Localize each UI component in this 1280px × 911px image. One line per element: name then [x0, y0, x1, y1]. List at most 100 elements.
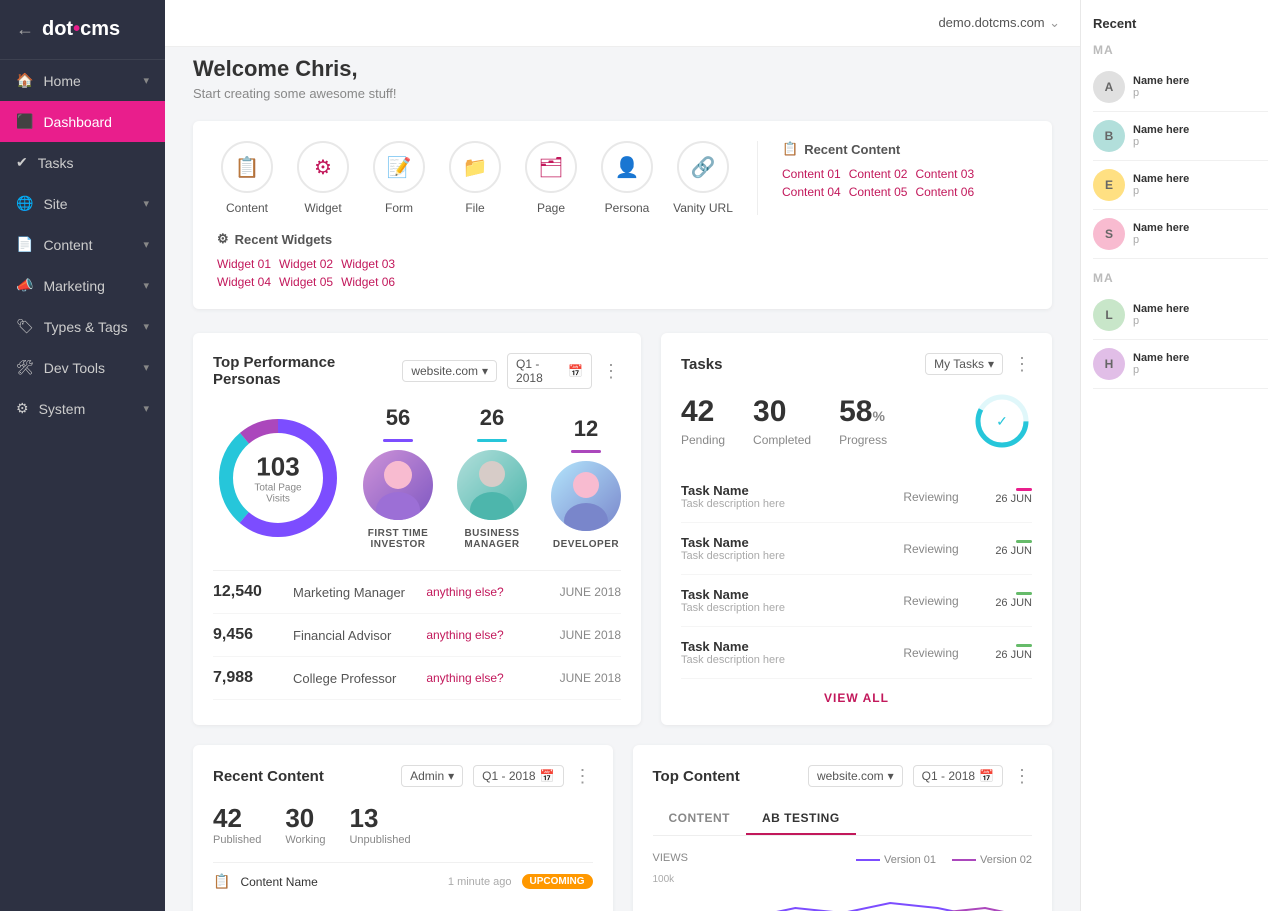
qa-vanity-icon: 🔗	[677, 141, 729, 193]
recent-widget-04[interactable]: Widget 04	[217, 275, 271, 289]
tasks-stats: 42 Pending 30 Completed 58% Progress	[681, 391, 1032, 451]
recent-widget-03[interactable]: Widget 03	[341, 257, 395, 271]
sidebar-item-devtools[interactable]: 🛠 Dev Tools ▾	[0, 347, 165, 388]
recent-content-03[interactable]: Content 03	[915, 167, 974, 181]
top-content-tabs: CONTENT AB TESTING	[653, 803, 1033, 836]
sidebar-item-home[interactable]: 🏠 Home ▾	[0, 60, 165, 101]
avatar: B	[1093, 120, 1125, 152]
qa-content[interactable]: 📋 Content	[217, 141, 277, 215]
chevron-icon: ▾	[143, 320, 149, 333]
qa-file-label: File	[465, 201, 484, 215]
persona-row-action-2[interactable]: anything else?	[426, 671, 559, 685]
top-content-filter-website[interactable]: website.com ▾	[808, 765, 903, 787]
recent-content-links-2: Content 04 Content 05 Content 06	[782, 185, 974, 199]
persona-row-num-1: 9,456	[213, 626, 293, 644]
tasks-filter-my-tasks[interactable]: My Tasks ▾	[925, 353, 1003, 375]
tasks-menu-icon[interactable]: ⋮	[1013, 354, 1032, 375]
persona-row-0: 12,540 Marketing Manager anything else? …	[213, 571, 621, 614]
qa-file[interactable]: 📁 File	[445, 141, 505, 215]
recent-widgets-widget: ⚙ Recent Widgets Widget 01 Widget 02 Wid…	[217, 231, 395, 289]
top-content-menu-icon[interactable]: ⋮	[1013, 766, 1032, 787]
recent-widget-02[interactable]: Widget 02	[279, 257, 333, 271]
personas-menu-icon[interactable]: ⋮	[602, 361, 621, 382]
recent-content-card-header: Recent Content Admin ▾ Q1 - 2018 📅 ⋮	[213, 765, 593, 787]
sidebar-item-system[interactable]: ⚙ System ▾	[0, 388, 165, 429]
persona-business-manager: 26 Business Manager	[457, 405, 527, 550]
right-sidebar-item-text: Name here p	[1133, 173, 1189, 197]
qa-form-label: Form	[385, 201, 413, 215]
recent-content-filter-period[interactable]: Q1 - 2018 📅	[473, 765, 563, 787]
sidebar-item-types-tags[interactable]: 🏷 Types & Tags ▾	[0, 306, 165, 347]
published-stat: 42 Published	[213, 803, 261, 846]
right-sidebar-item-text: Name here p	[1133, 222, 1189, 246]
recent-content-02[interactable]: Content 02	[849, 167, 908, 181]
recent-widget-05[interactable]: Widget 05	[279, 275, 333, 289]
recent-content-05[interactable]: Content 05	[849, 185, 908, 199]
view-all-button[interactable]: VIEW ALL	[681, 691, 1032, 705]
chevron-icon: ▾	[143, 361, 149, 374]
sidebar-item-tasks[interactable]: ✔ Tasks	[0, 142, 165, 183]
avatar: L	[1093, 299, 1125, 331]
sidebar-item-dashboard[interactable]: ⬛ Dashboard	[0, 101, 165, 142]
list-item[interactable]: H Name here p	[1093, 340, 1268, 389]
working-num: 30	[285, 803, 325, 834]
persona-img-2	[551, 461, 621, 531]
list-item[interactable]: B Name here p	[1093, 112, 1268, 161]
qa-form[interactable]: 📝 Form	[369, 141, 429, 215]
personas-filter-period[interactable]: Q1 - 2018 📅	[507, 353, 592, 389]
task-name-1: Task Name	[681, 535, 891, 550]
persona-row-action-0[interactable]: anything else?	[426, 585, 559, 599]
top-content-filter-period[interactable]: Q1 - 2018 📅	[913, 765, 1003, 787]
tasks-pending-stat: 42 Pending	[681, 395, 725, 447]
back-arrow-icon[interactable]: ←	[16, 19, 34, 40]
welcome-sub: Start creating some awesome stuff!	[193, 86, 1052, 101]
task-desc-1: Task description here	[681, 550, 891, 562]
donut-chart: 103 Total Page Visits	[213, 413, 343, 543]
marketing-icon: 📣	[16, 277, 33, 294]
tasks-completed-stat: 30 Completed	[753, 395, 811, 447]
recent-content-01[interactable]: Content 01	[782, 167, 841, 181]
task-status-0: Reviewing	[903, 490, 983, 504]
published-num: 42	[213, 803, 261, 834]
list-item[interactable]: E Name here p	[1093, 161, 1268, 210]
recent-widget-06[interactable]: Widget 06	[341, 275, 395, 289]
task-indicator-1	[1016, 540, 1032, 543]
personas-filter-website[interactable]: website.com ▾	[402, 360, 497, 382]
tasks-pending-num: 42	[681, 395, 725, 429]
task-info-1: Task Name Task description here	[681, 535, 891, 562]
recent-content-links: Content 01 Content 02 Content 03	[782, 167, 974, 181]
devtools-icon: 🛠	[16, 359, 34, 376]
content-area: demo.dotcms.com ⌄ Welcome Chris, Start c…	[165, 0, 1080, 911]
working-label: Working	[285, 834, 325, 846]
recent-widget-01[interactable]: Widget 01	[217, 257, 271, 271]
recent-content-card-controls: Admin ▾ Q1 - 2018 📅 ⋮	[401, 765, 592, 787]
personas-card-controls: website.com ▾ Q1 - 2018 📅 ⋮	[402, 353, 621, 389]
personas-card: Top Performance Personas website.com ▾ Q…	[193, 333, 641, 725]
qa-widget[interactable]: ⚙ Widget	[293, 141, 353, 215]
top-content-card-header: Top Content website.com ▾ Q1 - 2018 📅 ⋮	[653, 765, 1033, 787]
qa-persona[interactable]: 👤 Persona	[597, 141, 657, 215]
sidebar-item-marketing[interactable]: 📣 Marketing ▾	[0, 265, 165, 306]
recent-content-card: Recent Content Admin ▾ Q1 - 2018 📅 ⋮	[193, 745, 613, 911]
recent-content-title: Recent Content	[804, 142, 900, 157]
persona-img-0	[363, 450, 433, 520]
tasks-completed-num: 30	[753, 395, 811, 429]
sidebar-item-content[interactable]: 📄 Content ▾	[0, 224, 165, 265]
tab-ab-testing[interactable]: AB TESTING	[746, 803, 856, 835]
recent-content-card-title: Recent Content	[213, 768, 324, 785]
recent-content-menu-icon[interactable]: ⋮	[574, 766, 593, 787]
tab-content[interactable]: CONTENT	[653, 803, 747, 835]
qa-page[interactable]: 🗂 Page	[521, 141, 581, 215]
sidebar-item-site[interactable]: 🌐 Site ▾	[0, 183, 165, 224]
recent-content-06[interactable]: Content 06	[915, 185, 974, 199]
qa-content-icon: 📋	[221, 141, 273, 193]
list-item[interactable]: L Name here p	[1093, 291, 1268, 340]
views-label: VIEWS	[653, 852, 688, 864]
qa-vanity-url[interactable]: 🔗 Vanity URL	[673, 141, 733, 215]
recent-content-filter-admin[interactable]: Admin ▾	[401, 765, 463, 787]
persona-row-action-1[interactable]: anything else?	[426, 628, 559, 642]
content-status-badge: UPCOMING	[522, 874, 593, 889]
list-item[interactable]: A Name here p	[1093, 63, 1268, 112]
recent-content-04[interactable]: Content 04	[782, 185, 841, 199]
list-item[interactable]: S Name here p	[1093, 210, 1268, 259]
